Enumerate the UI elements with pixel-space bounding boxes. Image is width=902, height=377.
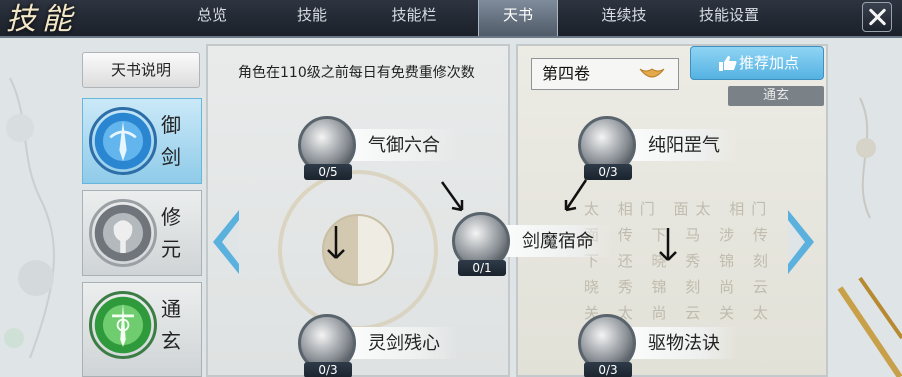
book-item-xiuyuan[interactable]: 修元 [82, 190, 202, 276]
skill-name-qiyu: 气御六合 [368, 135, 440, 156]
sword-emblem-icon [89, 107, 157, 175]
volume-label: 第四卷 [542, 64, 591, 83]
tab-combo[interactable]: 连续技 [584, 0, 664, 36]
volume-selector[interactable]: 第四卷 [531, 58, 679, 90]
next-page-arrow-icon[interactable] [788, 210, 814, 274]
tianshu-description-button[interactable]: 天书说明 [82, 52, 200, 88]
skill-logo: 技能 [6, 2, 78, 37]
hand-drawn-arrow-icon [564, 179, 588, 212]
book-label-xiuyuan: 修元 [161, 205, 181, 261]
flower-decoration [4, 77, 55, 359]
hand-drawn-arrow-icon [659, 228, 677, 261]
tab-overview[interactable]: 总览 [172, 0, 252, 36]
hand-drawn-arrow-icon [327, 226, 345, 259]
hand-drawn-arrow-icon [440, 181, 464, 212]
skill-count-qiyu: 0/5 [304, 164, 352, 180]
skill-name-lingjian: 灵剑残心 [368, 333, 440, 354]
free-reset-notice: 角色在110级之前每日有免费重修次数 [238, 65, 475, 81]
skill-name-chunyang: 纯阳罡气 [648, 135, 720, 156]
skill-name-jianmo: 剑魔宿命 [522, 231, 594, 252]
prev-page-arrow-icon[interactable] [213, 210, 239, 274]
skill-count-chunyang: 0/3 [584, 164, 632, 180]
recommend-points-button[interactable]: 推荐加点 [690, 46, 824, 80]
book-label-tongxuan: 通玄 [161, 297, 181, 353]
book-item-tongxuan[interactable]: 通玄 [82, 282, 202, 377]
skill-name-quwu: 驱物法诀 [648, 333, 720, 354]
skill-count-lingjian: 0/3 [304, 362, 352, 377]
book-label-yujian: 御剑 [161, 113, 181, 169]
tab-skills[interactable]: 技能 [272, 0, 352, 36]
skill-count-jianmo: 0/1 [458, 260, 506, 276]
lotus-icon [639, 68, 665, 78]
thumbs-up-icon [719, 56, 737, 71]
scroll-decoration [837, 97, 902, 377]
close-button[interactable] [862, 2, 892, 32]
skill-count-quwu: 0/3 [584, 362, 632, 377]
book-item-yujian[interactable]: 御剑 [82, 98, 202, 184]
tab-tianshu[interactable]: 天书 [478, 0, 558, 36]
yuan-emblem-icon [89, 199, 157, 267]
top-tab-bar: 技能 总览 技能 技能栏 天书 连续技 技能设置 [0, 0, 902, 38]
school-tag: 通玄 [728, 86, 824, 106]
recommend-points-label: 推荐加点 [739, 54, 800, 72]
tongxuan-emblem-icon [89, 291, 157, 359]
tab-skillbar[interactable]: 技能栏 [374, 0, 454, 36]
tab-skill-settings[interactable]: 技能设置 [686, 0, 772, 36]
